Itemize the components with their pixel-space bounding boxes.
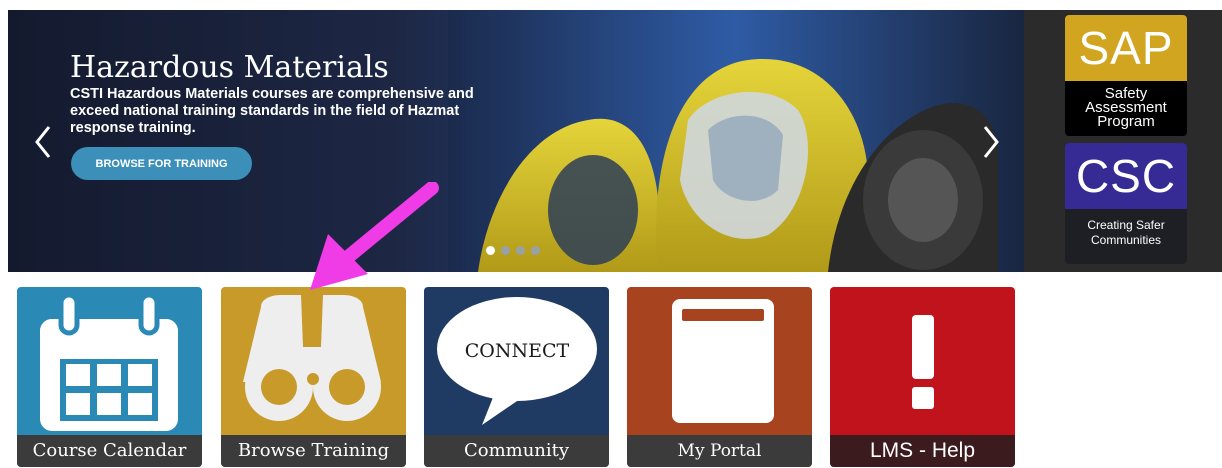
carousel-dot-2[interactable] bbox=[501, 246, 510, 255]
chevron-right-icon bbox=[983, 126, 999, 158]
carousel-dot-1[interactable] bbox=[486, 246, 495, 255]
community-tile[interactable]: CONNECT Community bbox=[424, 287, 609, 467]
carousel-prev-button[interactable] bbox=[28, 122, 58, 162]
csc-acronym: CSC bbox=[1065, 143, 1187, 209]
chevron-left-icon bbox=[35, 126, 51, 158]
browse-training-tile[interactable]: Browse Training bbox=[221, 287, 406, 467]
lms-help-tile[interactable]: LMS - Help bbox=[830, 287, 1015, 467]
calendar-icon bbox=[40, 292, 178, 431]
carousel-dots bbox=[486, 246, 540, 255]
sap-caption: Safety Assessment Program bbox=[1065, 81, 1187, 129]
my-portal-label: My Portal bbox=[627, 435, 812, 467]
community-label: Community bbox=[424, 435, 609, 467]
csc-caption-line2: Communities bbox=[1090, 233, 1162, 247]
lms-help-label: LMS - Help bbox=[830, 435, 1015, 467]
book-icon bbox=[672, 299, 774, 423]
course-calendar-label: Course Calendar bbox=[17, 435, 202, 467]
my-portal-tile[interactable]: My Portal bbox=[627, 287, 812, 467]
hero-carousel: Hazardous Materials CSTI Hazardous Mater… bbox=[8, 10, 1024, 272]
annotation-arrow-icon bbox=[310, 182, 439, 290]
connect-bubble-text: CONNECT bbox=[465, 340, 570, 362]
speech-bubble-icon: CONNECT bbox=[437, 297, 597, 425]
exclamation-icon bbox=[912, 315, 934, 409]
browse-training-label: Browse Training bbox=[221, 435, 406, 467]
carousel-next-button[interactable] bbox=[976, 122, 1006, 162]
csc-caption: Creating Safer Communities bbox=[1065, 209, 1187, 248]
binoculars-icon bbox=[243, 295, 381, 421]
csc-card[interactable]: CSC Creating Safer Communities bbox=[1065, 143, 1187, 264]
carousel-dot-3[interactable] bbox=[516, 246, 525, 255]
hero-title: Hazardous Materials bbox=[70, 50, 389, 85]
sap-caption-line3: Program bbox=[1097, 113, 1155, 130]
hero-description: CSTI Hazardous Materials courses are com… bbox=[70, 86, 474, 136]
carousel-dot-4[interactable] bbox=[531, 246, 540, 255]
sap-acronym: SAP bbox=[1065, 15, 1187, 81]
side-panel: SAP Safety Assessment Program CSC Creati… bbox=[1024, 10, 1222, 272]
sap-card[interactable]: SAP Safety Assessment Program bbox=[1065, 15, 1187, 136]
course-calendar-tile[interactable]: Course Calendar bbox=[17, 287, 202, 467]
browse-for-training-button[interactable]: BROWSE FOR TRAINING bbox=[71, 147, 252, 180]
csc-caption-line1: Creating Safer bbox=[1087, 218, 1165, 232]
